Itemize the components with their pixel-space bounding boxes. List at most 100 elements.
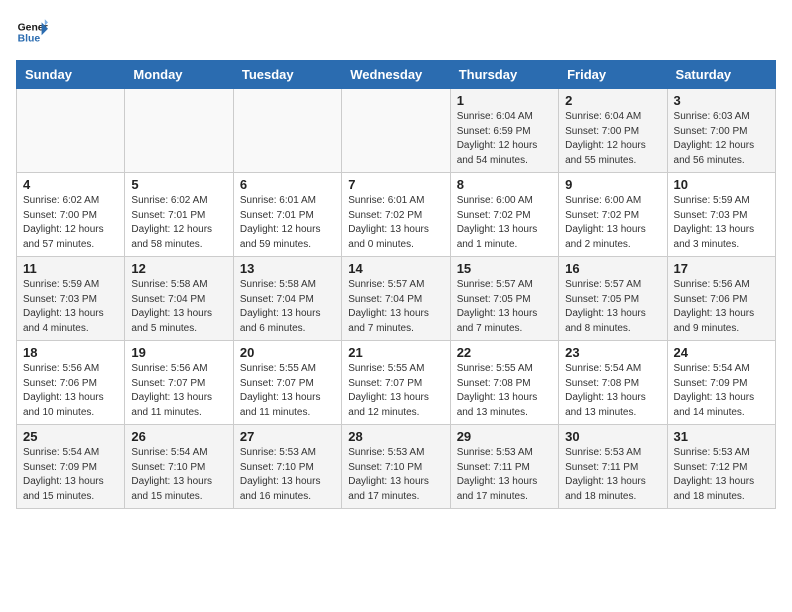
calendar-week-3: 11 Sunrise: 5:59 AM Sunset: 7:03 PM Dayli… [17, 257, 776, 341]
day-number: 22 [457, 345, 552, 360]
calendar-cell: 4 Sunrise: 6:02 AM Sunset: 7:00 PM Daylig… [17, 173, 125, 257]
day-info: Sunrise: 5:57 AM Sunset: 7:05 PM Dayligh… [565, 278, 660, 336]
day-info: Sunrise: 5:54 AM Sunset: 7:08 PM Dayligh… [565, 362, 660, 420]
calendar-cell [342, 89, 450, 173]
day-number: 19 [131, 345, 226, 360]
calendar-cell [17, 89, 125, 173]
calendar-cell: 27 Sunrise: 5:53 AM Sunset: 7:10 PM Dayli… [233, 425, 341, 509]
day-number: 8 [457, 177, 552, 192]
day-info: Sunrise: 5:56 AM Sunset: 7:06 PM Dayligh… [23, 362, 118, 420]
calendar-cell: 23 Sunrise: 5:54 AM Sunset: 7:08 PM Dayli… [559, 341, 667, 425]
calendar-cell: 1 Sunrise: 6:04 AM Sunset: 6:59 PM Daylig… [450, 89, 558, 173]
day-number: 4 [23, 177, 118, 192]
calendar-week-4: 18 Sunrise: 5:56 AM Sunset: 7:06 PM Dayli… [17, 341, 776, 425]
day-number: 11 [23, 261, 118, 276]
calendar-cell: 11 Sunrise: 5:59 AM Sunset: 7:03 PM Dayli… [17, 257, 125, 341]
calendar-cell: 19 Sunrise: 5:56 AM Sunset: 7:07 PM Dayli… [125, 341, 233, 425]
calendar-cell: 17 Sunrise: 5:56 AM Sunset: 7:06 PM Dayli… [667, 257, 775, 341]
day-number: 16 [565, 261, 660, 276]
day-number: 13 [240, 261, 335, 276]
day-info: Sunrise: 5:56 AM Sunset: 7:06 PM Dayligh… [674, 278, 769, 336]
calendar-cell: 28Sunrise: 5:53 AM Sunset: 7:10 PM Dayli… [342, 425, 450, 509]
weekday-header-sunday: Sunday [17, 61, 125, 89]
day-number: 12 [131, 261, 226, 276]
day-info: Sunrise: 5:53 AM Sunset: 7:10 PM Dayligh… [348, 446, 443, 504]
day-number: 3 [674, 93, 769, 108]
svg-text:Blue: Blue [18, 34, 41, 45]
calendar-cell: 12 Sunrise: 5:58 AM Sunset: 7:04 PM Dayli… [125, 257, 233, 341]
day-info: Sunrise: 5:59 AM Sunset: 7:03 PM Dayligh… [674, 194, 769, 252]
calendar-cell: 3 Sunrise: 6:03 AM Sunset: 7:00 PM Daylig… [667, 89, 775, 173]
day-number: 7 [348, 177, 443, 192]
day-info: Sunrise: 5:53 AM Sunset: 7:11 PM Dayligh… [457, 446, 552, 504]
day-info: Sunrise: 6:04 AM Sunset: 6:59 PM Dayligh… [457, 110, 552, 168]
calendar-cell: 31 Sunrise: 5:53 AM Sunset: 7:12 PM Dayli… [667, 425, 775, 509]
day-number: 15 [457, 261, 552, 276]
day-number: 27 [240, 429, 335, 444]
day-info: Sunrise: 5:55 AM Sunset: 7:08 PM Dayligh… [457, 362, 552, 420]
day-info: Sunrise: 6:02 AM Sunset: 7:00 PM Dayligh… [23, 194, 118, 252]
calendar-cell: 6Sunrise: 6:01 AM Sunset: 7:01 PM Daylig… [233, 173, 341, 257]
day-info: Sunrise: 5:53 AM Sunset: 7:12 PM Dayligh… [674, 446, 769, 504]
day-info: Sunrise: 6:00 AM Sunset: 7:02 PM Dayligh… [565, 194, 660, 252]
day-info: Sunrise: 5:55 AM Sunset: 7:07 PM Dayligh… [240, 362, 335, 420]
logo-icon: General Blue [16, 16, 48, 48]
calendar-cell: 20 Sunrise: 5:55 AM Sunset: 7:07 PM Dayli… [233, 341, 341, 425]
calendar-cell: 22 Sunrise: 5:55 AM Sunset: 7:08 PM Dayli… [450, 341, 558, 425]
day-number: 10 [674, 177, 769, 192]
day-number: 24 [674, 345, 769, 360]
day-info: Sunrise: 5:54 AM Sunset: 7:10 PM Dayligh… [131, 446, 226, 504]
day-number: 21 [348, 345, 443, 360]
day-info: Sunrise: 6:02 AM Sunset: 7:01 PM Dayligh… [131, 194, 226, 252]
day-info: Sunrise: 6:00 AM Sunset: 7:02 PM Dayligh… [457, 194, 552, 252]
weekday-header-row: SundayMondayTuesdayWednesdayThursdayFrid… [17, 61, 776, 89]
calendar-cell: 9 Sunrise: 6:00 AM Sunset: 7:02 PM Daylig… [559, 173, 667, 257]
day-info: Sunrise: 5:56 AM Sunset: 7:07 PM Dayligh… [131, 362, 226, 420]
weekday-header-saturday: Saturday [667, 61, 775, 89]
weekday-header-monday: Monday [125, 61, 233, 89]
calendar-cell: 25Sunrise: 5:54 AM Sunset: 7:09 PM Dayli… [17, 425, 125, 509]
calendar-week-1: 1 Sunrise: 6:04 AM Sunset: 6:59 PM Daylig… [17, 89, 776, 173]
day-info: Sunrise: 5:58 AM Sunset: 7:04 PM Dayligh… [131, 278, 226, 336]
calendar-cell: 24 Sunrise: 5:54 AM Sunset: 7:09 PM Dayli… [667, 341, 775, 425]
day-number: 18 [23, 345, 118, 360]
day-info: Sunrise: 5:59 AM Sunset: 7:03 PM Dayligh… [23, 278, 118, 336]
day-number: 23 [565, 345, 660, 360]
weekday-header-thursday: Thursday [450, 61, 558, 89]
calendar-cell: 14 Sunrise: 5:57 AM Sunset: 7:04 PM Dayli… [342, 257, 450, 341]
day-number: 14 [348, 261, 443, 276]
day-number: 25 [23, 429, 118, 444]
weekday-header-wednesday: Wednesday [342, 61, 450, 89]
calendar-cell: 15 Sunrise: 5:57 AM Sunset: 7:05 PM Dayli… [450, 257, 558, 341]
day-number: 29 [457, 429, 552, 444]
day-number: 5 [131, 177, 226, 192]
calendar-cell: 7Sunrise: 6:01 AM Sunset: 7:02 PM Daylig… [342, 173, 450, 257]
logo: General Blue [16, 16, 52, 48]
calendar-cell: 16 Sunrise: 5:57 AM Sunset: 7:05 PM Dayli… [559, 257, 667, 341]
calendar-cell: 13Sunrise: 5:58 AM Sunset: 7:04 PM Dayli… [233, 257, 341, 341]
calendar-cell: 8 Sunrise: 6:00 AM Sunset: 7:02 PM Daylig… [450, 173, 558, 257]
calendar-cell: 21Sunrise: 5:55 AM Sunset: 7:07 PM Dayli… [342, 341, 450, 425]
calendar-table: SundayMondayTuesdayWednesdayThursdayFrid… [16, 60, 776, 509]
calendar-cell: 18 Sunrise: 5:56 AM Sunset: 7:06 PM Dayli… [17, 341, 125, 425]
day-number: 20 [240, 345, 335, 360]
calendar-cell: 2Sunrise: 6:04 AM Sunset: 7:00 PM Daylig… [559, 89, 667, 173]
day-info: Sunrise: 5:54 AM Sunset: 7:09 PM Dayligh… [674, 362, 769, 420]
day-info: Sunrise: 5:53 AM Sunset: 7:10 PM Dayligh… [240, 446, 335, 504]
day-info: Sunrise: 5:57 AM Sunset: 7:05 PM Dayligh… [457, 278, 552, 336]
day-info: Sunrise: 5:53 AM Sunset: 7:11 PM Dayligh… [565, 446, 660, 504]
page-header: General Blue [16, 16, 776, 48]
day-number: 31 [674, 429, 769, 444]
day-info: Sunrise: 6:03 AM Sunset: 7:00 PM Dayligh… [674, 110, 769, 168]
day-number: 1 [457, 93, 552, 108]
calendar-week-5: 25Sunrise: 5:54 AM Sunset: 7:09 PM Dayli… [17, 425, 776, 509]
day-number: 17 [674, 261, 769, 276]
calendar-week-2: 4 Sunrise: 6:02 AM Sunset: 7:00 PM Daylig… [17, 173, 776, 257]
day-number: 9 [565, 177, 660, 192]
calendar-cell: 29 Sunrise: 5:53 AM Sunset: 7:11 PM Dayli… [450, 425, 558, 509]
day-number: 30 [565, 429, 660, 444]
day-info: Sunrise: 6:04 AM Sunset: 7:00 PM Dayligh… [565, 110, 660, 168]
day-number: 6 [240, 177, 335, 192]
day-info: Sunrise: 5:57 AM Sunset: 7:04 PM Dayligh… [348, 278, 443, 336]
calendar-cell: 30 Sunrise: 5:53 AM Sunset: 7:11 PM Dayli… [559, 425, 667, 509]
